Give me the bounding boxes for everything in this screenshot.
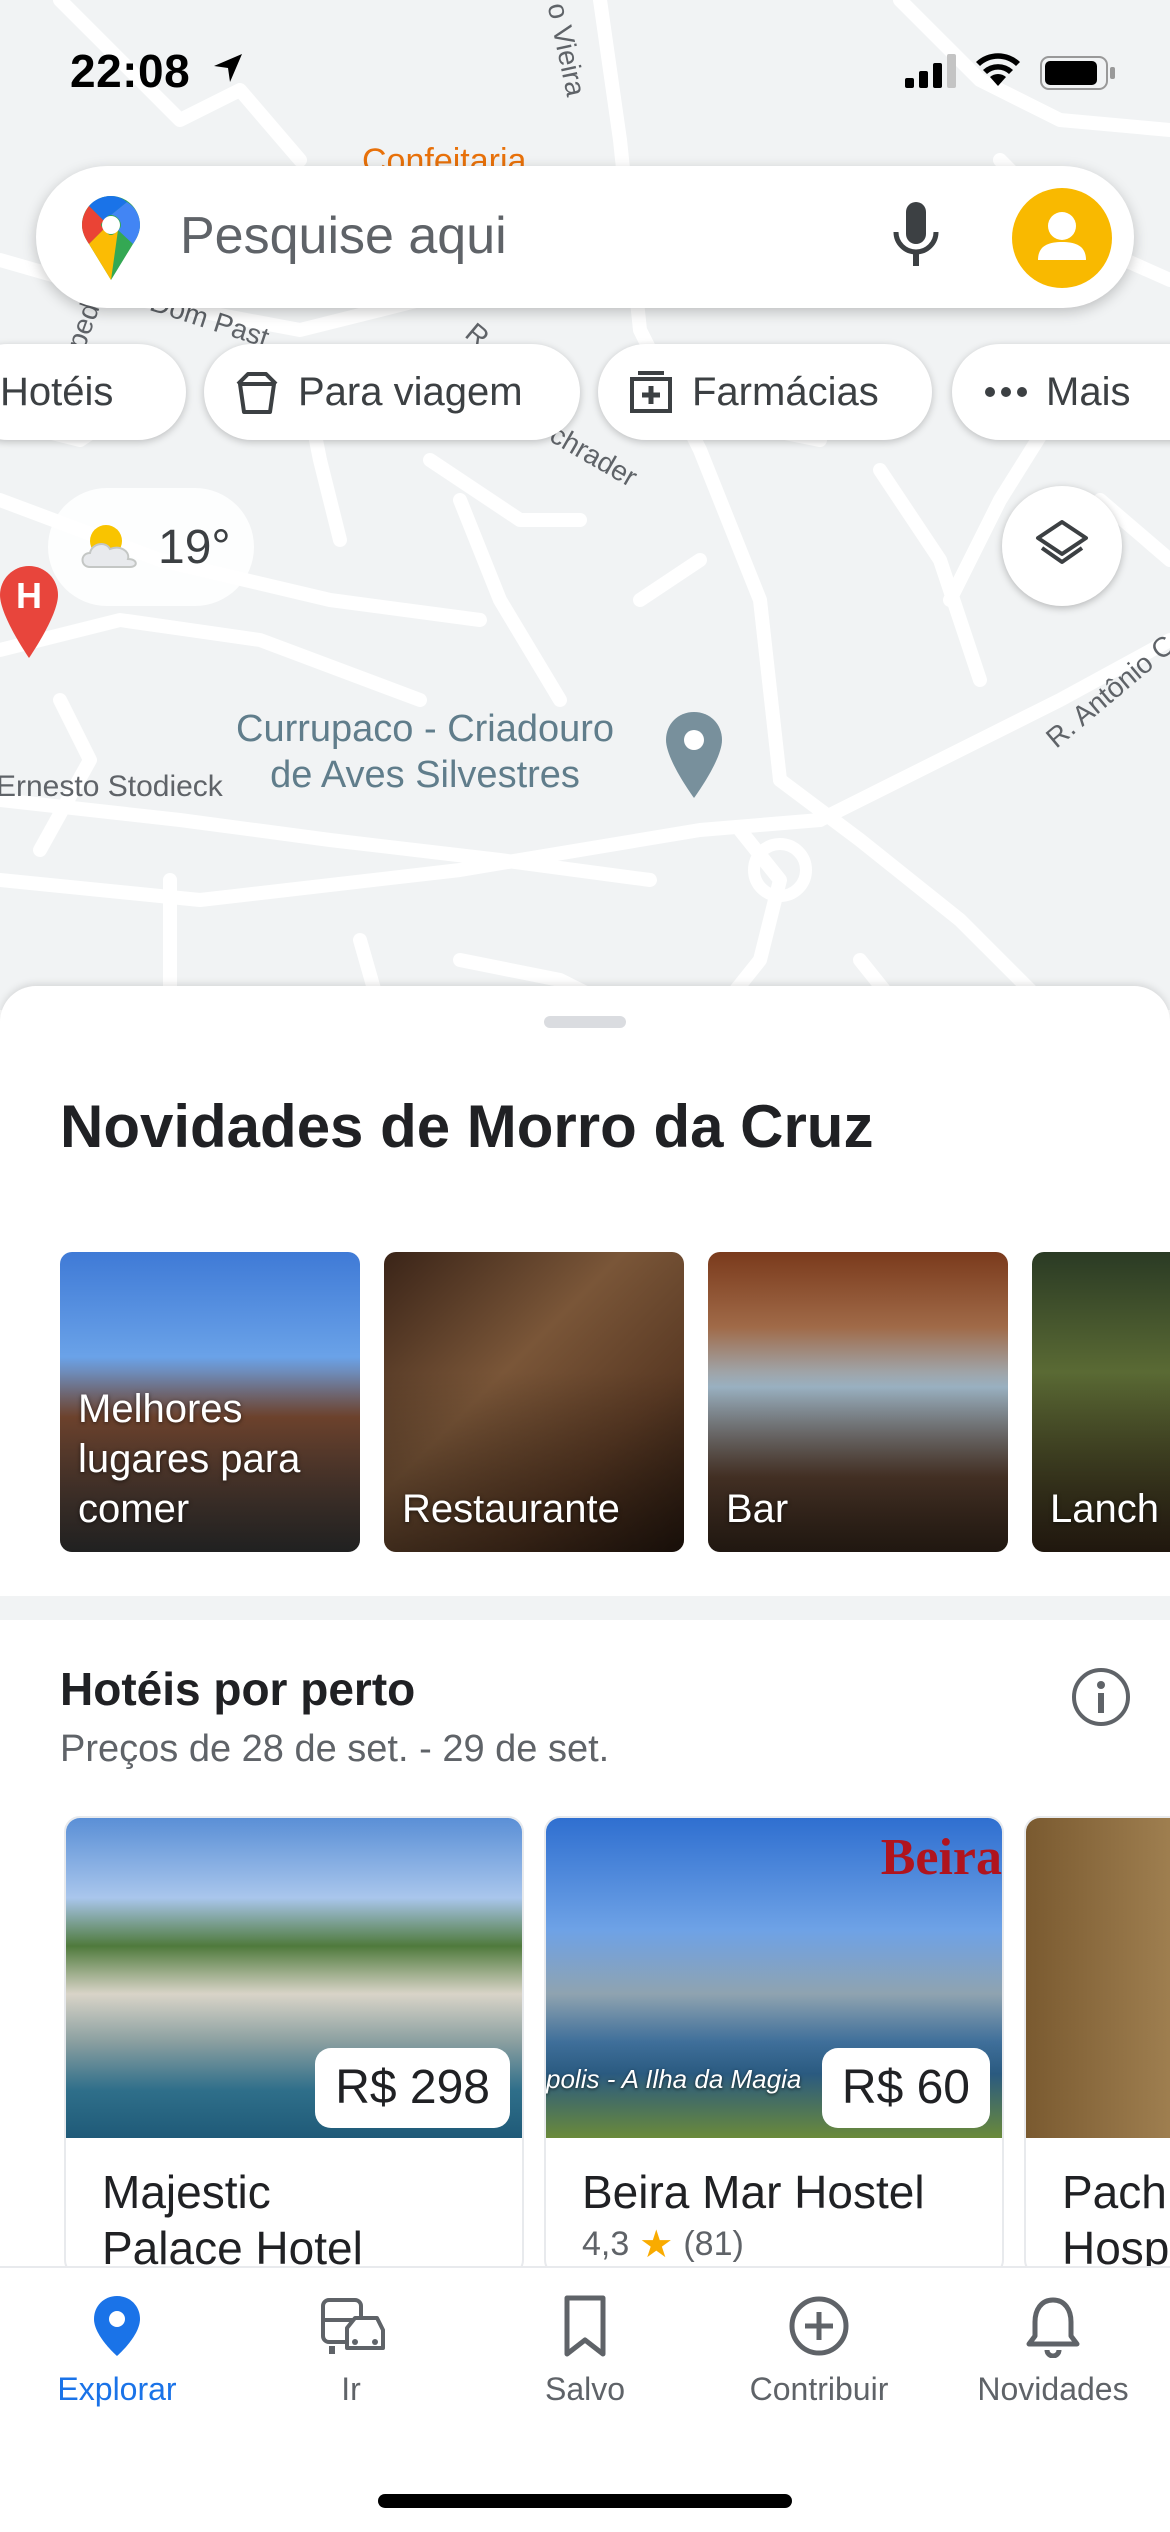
section-divider [0,1596,1170,1620]
chip-takeout-label: Para viagem [298,369,523,414]
category-label: Restaurante [402,1487,620,1531]
weather-widget[interactable]: 19° [48,488,254,606]
poi-pin-icon[interactable] [666,712,722,803]
location-pin-icon [91,2294,143,2363]
pharmacy-icon [628,369,674,415]
cellular-signal-icon [905,54,957,93]
hotel-card[interactable]: Pach Hosp [1024,1816,1170,2266]
chip-more[interactable]: Mais [952,344,1170,440]
category-label: Melhores lugares para comer [78,1387,301,1531]
bottom-nav: Explorar Ir Salvo Contribuir Novidades [0,2266,1170,2532]
more-dots-icon [984,386,1028,398]
hotel-photo-caption: polis - A Ilha da Magia [546,2064,802,2094]
microphone-icon[interactable] [892,200,940,277]
search-bar[interactable]: Pesquise aqui [36,166,1134,308]
weather-temperature: 19° [158,520,231,574]
sheet-title: Novidades de Morro da Cruz [60,1093,874,1160]
svg-text:H: H [16,575,42,616]
poi-name-line2: de Aves Silvestres [270,754,580,796]
add-circle-icon [787,2294,851,2363]
drag-handle[interactable] [544,1016,626,1028]
layers-icon [1034,516,1090,577]
bookmark-icon [561,2294,609,2363]
status-bar: 22:08 [0,0,1170,140]
avatar[interactable] [1012,188,1112,288]
hotel-pin-icon[interactable]: H [0,566,58,663]
battery-icon [1040,56,1116,95]
nav-contribute-label: Contribuir [749,2371,889,2407]
nav-go[interactable]: Ir [234,2294,468,2408]
category-card-restaurant[interactable]: Restaurante [384,1252,684,1552]
hotel-name: Beira Mar Hostel [582,2166,925,2218]
nav-saved[interactable]: Salvo [468,2294,702,2408]
location-arrow-icon [212,52,244,89]
hotel-name-line1: Majestic [102,2166,271,2218]
map-label-street: Ernesto Stodieck [0,770,223,803]
nav-contribute[interactable]: Contribuir [702,2294,936,2408]
chip-takeout[interactable]: Para viagem [204,344,580,440]
chip-pharmacy[interactable]: Farmácias [598,344,932,440]
bell-icon [1025,2294,1081,2363]
category-label: Bar [726,1487,789,1531]
hotel-price-badge: R$ 298 [315,2048,510,2128]
nav-explore[interactable]: Explorar [0,2294,234,2408]
nav-updates[interactable]: Novidades [936,2294,1170,2408]
review-count: (81) [683,2225,744,2263]
home-indicator[interactable] [378,2494,792,2508]
hotel-name-line1: Pach [1062,2166,1167,2218]
status-time: 22:08 [70,45,191,97]
chip-more-label: Mais [1046,369,1131,414]
category-card-snacks[interactable]: Lanch [1032,1252,1170,1552]
map-poi-label[interactable]: Currupaco - Criadouro de Aves Silvestres [236,706,614,798]
hotel-name: Pach Hosp [1062,2164,1169,2266]
hotel-brand-logo: Beira [880,1829,1002,1886]
hotel-name-line2: Palace Hotel [102,2222,363,2266]
wifi-icon [975,52,1021,93]
commute-icon [317,2294,385,2363]
hotel-rating: 4,3 ★ (81) [582,2222,744,2266]
info-icon[interactable] [1070,1666,1132,1733]
search-input[interactable]: Pesquise aqui [180,206,507,266]
category-label: Lanch [1050,1487,1159,1531]
hotel-photo [1026,1818,1170,2138]
nav-saved-label: Salvo [544,2371,626,2407]
hotel-price-badge: R$ 60 [821,2048,990,2128]
hotel-name-line2: Hosp [1062,2222,1170,2266]
google-maps-logo-icon [82,196,140,285]
star-icon: ★ [639,2224,674,2266]
chip-hotels[interactable]: Hotéis [0,344,186,440]
chip-pharmacy-label: Farmácias [692,369,879,414]
category-card-best-places[interactable]: Melhores lugares para comer [60,1252,360,1552]
hotels-section-subtitle: Preços de 28 de set. - 29 de set. [60,1728,610,1770]
hotel-card[interactable]: R$ 298 Majestic Palace Hotel [64,1816,524,2266]
poi-name-line1: Currupaco - Criadouro [236,708,615,750]
partly-cloudy-icon [76,519,142,576]
nav-explore-label: Explorar [57,2371,177,2407]
chip-hotels-label: Hotéis [0,369,114,414]
explore-sheet[interactable]: Novidades de Morro da Cruz Melhores luga… [0,986,1170,2266]
hotel-card[interactable]: Beira polis - A Ilha da Magia R$ 60 Beir… [544,1816,1004,2266]
takeout-bag-icon [234,370,280,414]
hotels-section-title: Hotéis por perto [60,1663,416,1715]
nav-go-label: Ir [341,2371,361,2407]
hotel-name: Majestic Palace Hotel [102,2164,363,2266]
layers-button[interactable] [1002,486,1122,606]
rating-value: 4,3 [582,2225,630,2263]
map-view[interactable]: Confeitaria o Vieira ped Dom Past R. chr… [0,0,1170,1010]
nav-updates-label: Novidades [977,2371,1129,2407]
category-card-bar[interactable]: Bar [708,1252,1008,1552]
